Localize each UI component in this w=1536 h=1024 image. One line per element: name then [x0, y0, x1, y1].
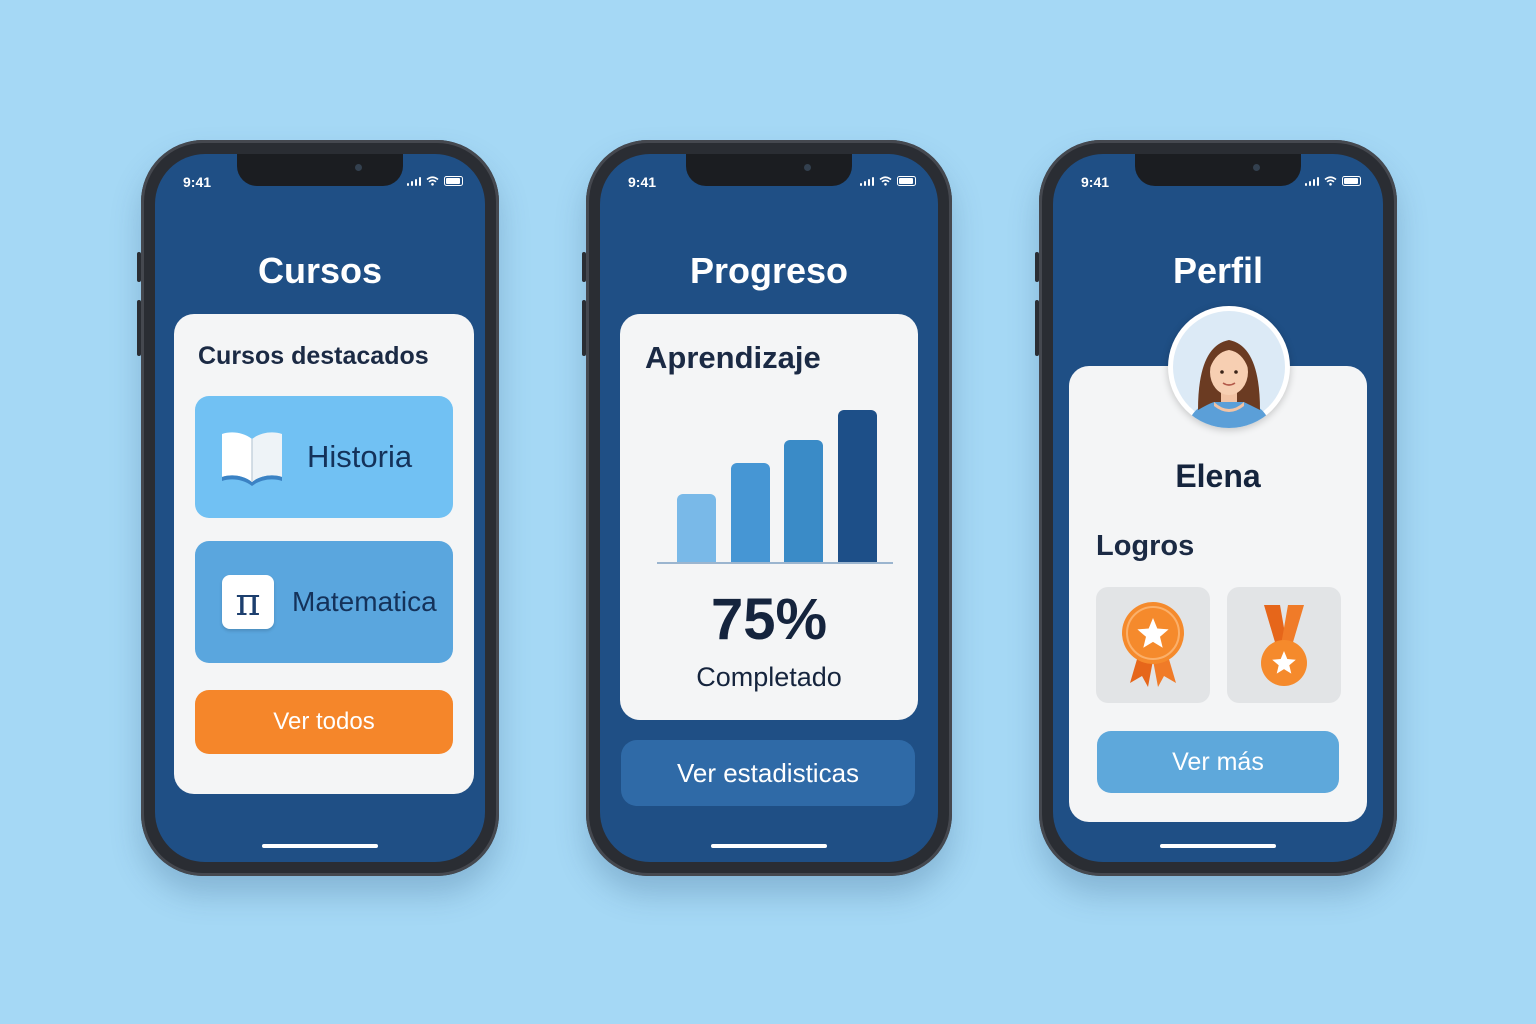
status-icons [406, 176, 463, 186]
phone-cursos: 9:41 Cursos Cursos destacados Historia π… [137, 140, 499, 876]
avatar[interactable] [1168, 306, 1290, 428]
user-name: Elena [1175, 458, 1261, 494]
featured-courses-heading: Cursos destacados [198, 342, 429, 370]
signal-icon [859, 176, 874, 186]
screen-perfil: 9:41 Perfil Elena Logros Ver más [1053, 154, 1383, 862]
chart-bar [677, 493, 716, 562]
phone-side-button [137, 252, 141, 282]
achievement-tile[interactable] [1227, 587, 1341, 703]
course-item-matematica[interactable]: π Matematica [195, 541, 453, 663]
phone-side-button [582, 252, 586, 282]
page-title: Cursos [257, 250, 383, 291]
rosette-star-icon [1122, 602, 1184, 687]
notch [686, 154, 852, 186]
course-label: Historia [307, 439, 413, 474]
profile-card: Elena Logros Ver más [1069, 366, 1367, 822]
screen-cursos: 9:41 Cursos Cursos destacados Historia π… [155, 154, 485, 862]
chart-baseline [657, 562, 893, 564]
screen-progreso: 9:41 Progreso Aprendizaje 75% Completado… [600, 154, 938, 862]
phone-side-button [1035, 300, 1039, 356]
phone-side-button [1035, 252, 1039, 282]
battery-icon [1342, 176, 1361, 186]
status-time: 9:41 [1081, 174, 1110, 190]
phone-progreso: 9:41 Progreso Aprendizaje 75% Completado… [582, 140, 952, 876]
home-indicator [1160, 844, 1276, 848]
page-title: Progreso [689, 250, 849, 291]
chart-bar [837, 410, 877, 562]
signal-icon [1304, 176, 1319, 186]
phone-perfil: 9:41 Perfil Elena Logros Ver más [1035, 140, 1397, 876]
signal-icon [406, 176, 421, 186]
user-portrait [1173, 311, 1285, 428]
progress-percent: 75% [710, 587, 828, 652]
progress-bar-chart [620, 314, 918, 574]
course-item-historia[interactable]: Historia [195, 396, 453, 518]
status-icons [1304, 176, 1361, 186]
status-icons [859, 176, 916, 186]
achievements-heading: Logros [1096, 530, 1195, 562]
pi-icon: π [222, 575, 274, 629]
phone-side-button [137, 300, 141, 356]
open-book-icon [222, 432, 282, 486]
view-more-button[interactable]: Ver más [1097, 731, 1339, 793]
phone-side-button [582, 300, 586, 356]
view-statistics-button[interactable]: Ver estadisticas [621, 740, 915, 806]
page-title: Perfil [1172, 250, 1264, 291]
featured-courses-card: Cursos destacados Historia π Matematica … [174, 314, 474, 794]
home-indicator [711, 844, 827, 848]
chart-bar [784, 440, 823, 562]
course-label: Matematica [292, 586, 437, 617]
wifi-icon [426, 176, 439, 186]
wifi-icon [879, 176, 892, 186]
battery-icon [897, 176, 916, 186]
status-time: 9:41 [183, 174, 212, 190]
notch [1135, 154, 1301, 186]
home-indicator [262, 844, 378, 848]
view-all-button[interactable]: Ver todos [195, 690, 453, 754]
notch [237, 154, 403, 186]
achievement-tile[interactable] [1096, 587, 1210, 703]
learning-card: Aprendizaje 75% Completado [620, 314, 918, 720]
status-time: 9:41 [628, 174, 657, 190]
medal-star-icon [1261, 605, 1307, 686]
battery-icon [444, 176, 463, 186]
wifi-icon [1324, 176, 1337, 186]
progress-caption: Completado [696, 662, 842, 692]
chart-bar [730, 463, 770, 562]
